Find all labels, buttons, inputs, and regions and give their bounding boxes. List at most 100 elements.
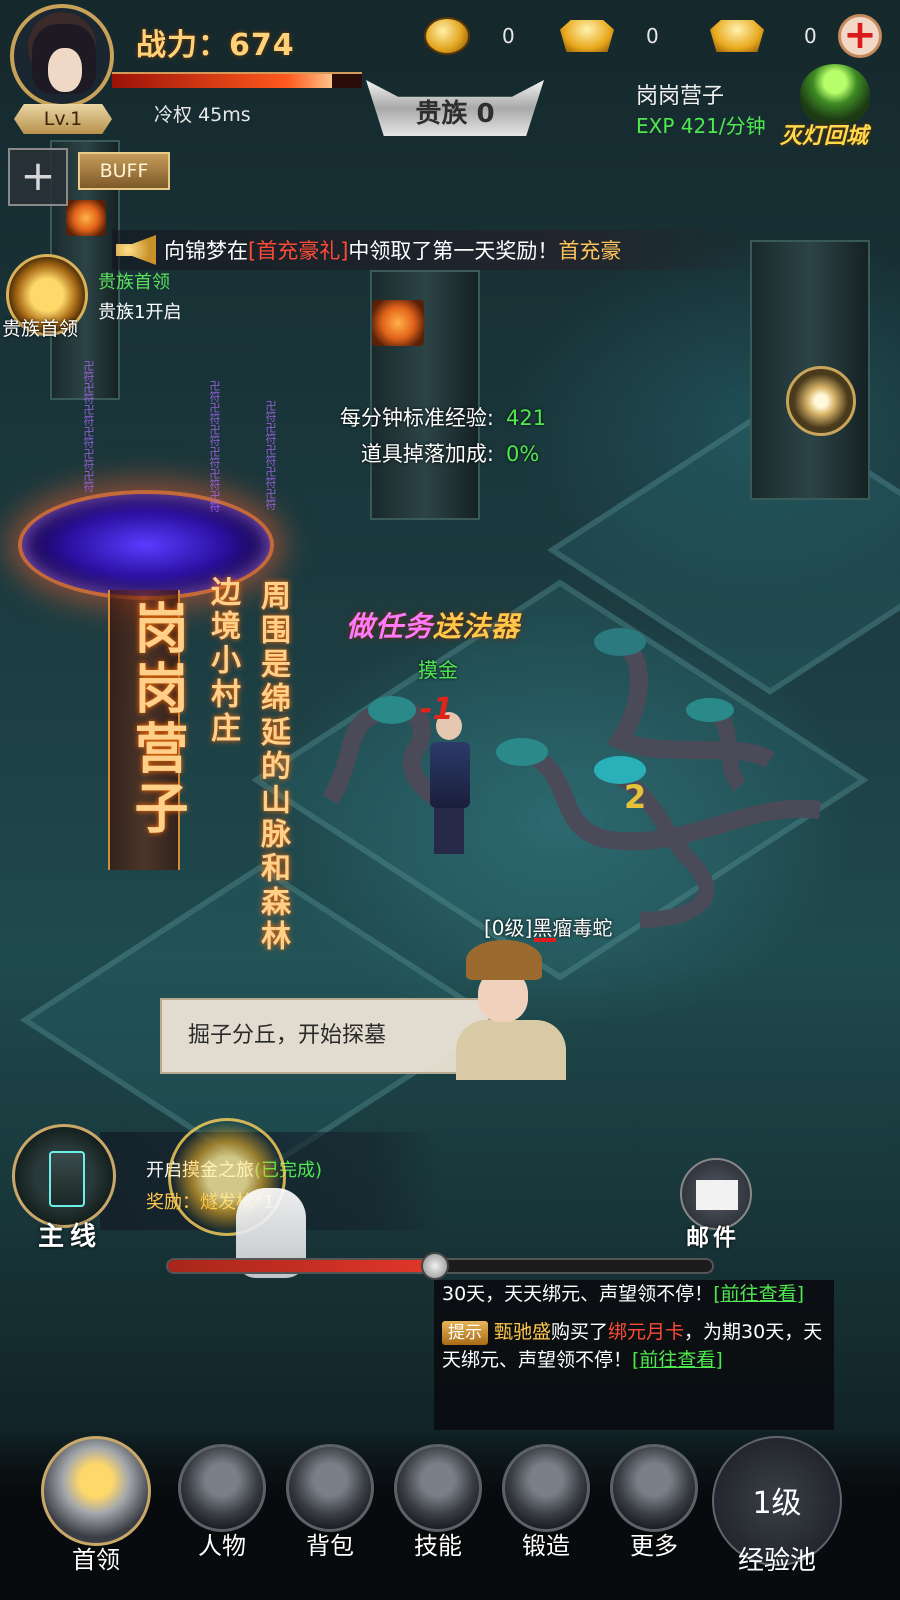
- tip-tag: 提示: [442, 1321, 488, 1345]
- zone-name: 岗岗营子: [125, 600, 189, 840]
- progress-knob[interactable]: [420, 1252, 449, 1280]
- lamp-icon[interactable]: [800, 64, 870, 124]
- currency-coin[interactable]: 0: [424, 14, 515, 58]
- broadcast-text: 向锦梦在[首充豪礼]中领取了第一天奖励！首充豪: [164, 235, 621, 265]
- backpack-icon: [286, 1444, 374, 1532]
- stat-row: 每分钟标准经验: 421: [300, 400, 546, 436]
- player-avatar[interactable]: [10, 4, 114, 108]
- snake-monster[interactable]: [680, 696, 800, 796]
- chat-link[interactable]: [前往查看]: [713, 1283, 804, 1305]
- nav-boss[interactable]: 首领: [36, 1436, 156, 1575]
- walkie-talkie-icon[interactable]: [12, 1124, 116, 1228]
- broadcast-prefix: 向锦梦在: [164, 239, 248, 263]
- stat-row: 道具掉落加成: 0%: [300, 436, 546, 472]
- zone-desc-2: 周围是绵延的山脉和森林: [255, 580, 290, 954]
- zone-desc-1: 边境小村庄: [205, 576, 240, 746]
- chat-text: 购买了: [551, 1321, 609, 1343]
- enemy-name: [0级]黑瘤毒蛇: [484, 916, 613, 940]
- quest-promo-label[interactable]: 做任务送法器: [346, 605, 520, 645]
- noble-leader-title: 贵族首领: [98, 272, 170, 293]
- noble-leader-label[interactable]: 贵族首领: [2, 314, 78, 341]
- damage-number: 2: [624, 778, 647, 816]
- nav-label: 背包: [306, 1532, 354, 1560]
- torch-icon: [66, 200, 106, 236]
- quest-promo-pink: 做任务: [346, 610, 434, 643]
- add-slot-button[interactable]: +: [8, 148, 68, 206]
- hp-bar-fill: [112, 74, 332, 88]
- chat-panel[interactable]: 30天，天天绑元、声望领不停！[前往查看] 提示 甄驰盛购买了绑元月卡，为期30天…: [434, 1280, 834, 1430]
- nav-character[interactable]: 人物: [174, 1444, 270, 1561]
- main-quest-label[interactable]: 主线: [38, 1216, 102, 1253]
- chat-player[interactable]: 甄驰盛: [494, 1321, 551, 1343]
- chat-text: 30天，天天绑元、声望领不停！: [442, 1283, 714, 1305]
- mail-label[interactable]: 邮件: [686, 1218, 740, 1252]
- buff-button[interactable]: BUFF: [78, 152, 170, 190]
- radio-device: [49, 1151, 85, 1207]
- progress-fill: [168, 1260, 435, 1272]
- nav-skills[interactable]: 技能: [390, 1444, 486, 1561]
- exp-pool-label: 经验池: [737, 1546, 816, 1576]
- character-icon: [178, 1444, 266, 1532]
- chat-message: 提示 甄驰盛购买了绑元月卡，为期30天，天天绑元、声望领不停！[前往查看]: [434, 1318, 834, 1374]
- horn-icon: [116, 235, 156, 265]
- npc-guide[interactable]: [430, 940, 594, 1080]
- combat-power: 战力：674: [136, 28, 295, 63]
- rune-column: 卍符卍符卍符卍符卍符: [264, 400, 277, 510]
- damage-number: -1: [420, 692, 454, 727]
- scroll-sword-icon: [394, 1444, 482, 1532]
- compass-star-icon: [610, 1444, 698, 1532]
- npc-hat: [466, 940, 542, 980]
- currency-value: 0: [502, 24, 515, 48]
- exp-rate: EXP 421/分钟: [636, 114, 766, 138]
- torch-icon: [372, 300, 424, 346]
- stat-value: 421: [506, 406, 547, 430]
- level-badge: Lv.1: [14, 104, 112, 134]
- stat-value: 0%: [506, 442, 540, 466]
- npc-shirt: [456, 1020, 566, 1080]
- broadcast-highlight[interactable]: [首充豪礼]: [248, 239, 348, 263]
- cauldron-icon: [502, 1444, 590, 1532]
- hero-legs: [434, 808, 464, 854]
- nav-bag[interactable]: 背包: [282, 1444, 378, 1561]
- stat-label: 每分钟标准经验:: [339, 406, 494, 430]
- avatar-face: [48, 48, 82, 92]
- nav-label: 锻造: [522, 1532, 570, 1560]
- location-name: 岗岗营子: [636, 84, 725, 109]
- currency-locked-ingot[interactable]: 0: [560, 14, 659, 58]
- rune-column: 卍符卍符卍符卍符卍符卍符: [82, 360, 95, 492]
- nav-more[interactable]: 更多: [606, 1444, 702, 1561]
- chat-link[interactable]: [前往查看]: [632, 1349, 723, 1371]
- currency-value: 0: [804, 24, 817, 48]
- nav-label: 更多: [630, 1532, 678, 1560]
- quest-promo-gold: 送法器: [433, 610, 521, 643]
- exp-pool-level: 1级: [752, 1486, 802, 1521]
- boss-mask-icon: [41, 1436, 151, 1546]
- locked-ingot-icon: [560, 20, 614, 52]
- system-broadcast: 向锦梦在[首充豪礼]中领取了第一天奖励！首充豪: [112, 230, 762, 270]
- recharge-plus-button[interactable]: +: [838, 14, 882, 58]
- stat-label: 道具掉落加成:: [360, 442, 494, 466]
- exp-stats: 每分钟标准经验: 421 道具掉落加成: 0%: [300, 400, 546, 472]
- nav-label: 首领: [72, 1546, 120, 1574]
- noble-leader-desc: 贵族1开启: [98, 302, 182, 323]
- rune-column: 卍符卍符卍符卍符卍符卍符: [208, 380, 221, 512]
- return-city-button[interactable]: 灭灯回城: [780, 118, 868, 150]
- broadcast-middle: 中领取了第一天奖励！: [348, 239, 559, 263]
- nav-forge[interactable]: 锻造: [498, 1444, 594, 1561]
- currency-value: 0: [646, 24, 659, 48]
- chat-item[interactable]: 绑元月卡: [608, 1321, 684, 1343]
- broadcast-tail: 首充豪: [558, 239, 622, 263]
- coin-icon: [424, 17, 470, 55]
- ingot-icon: [710, 20, 764, 52]
- nav-label: 技能: [414, 1532, 462, 1560]
- player-name: 摸金: [418, 658, 458, 682]
- chat-message: 30天，天天绑元、声望领不停！[前往查看]: [434, 1280, 834, 1308]
- hp-bar: [112, 72, 362, 88]
- currency-ingot[interactable]: 0: [710, 14, 817, 58]
- compass-icon[interactable]: [786, 366, 856, 436]
- envelope-icon: [696, 1180, 738, 1210]
- network-ping: 冷权 45ms: [154, 104, 251, 126]
- player-character[interactable]: [420, 712, 480, 856]
- nav-label: 人物: [198, 1532, 246, 1560]
- quest-progress-bar[interactable]: [166, 1252, 714, 1280]
